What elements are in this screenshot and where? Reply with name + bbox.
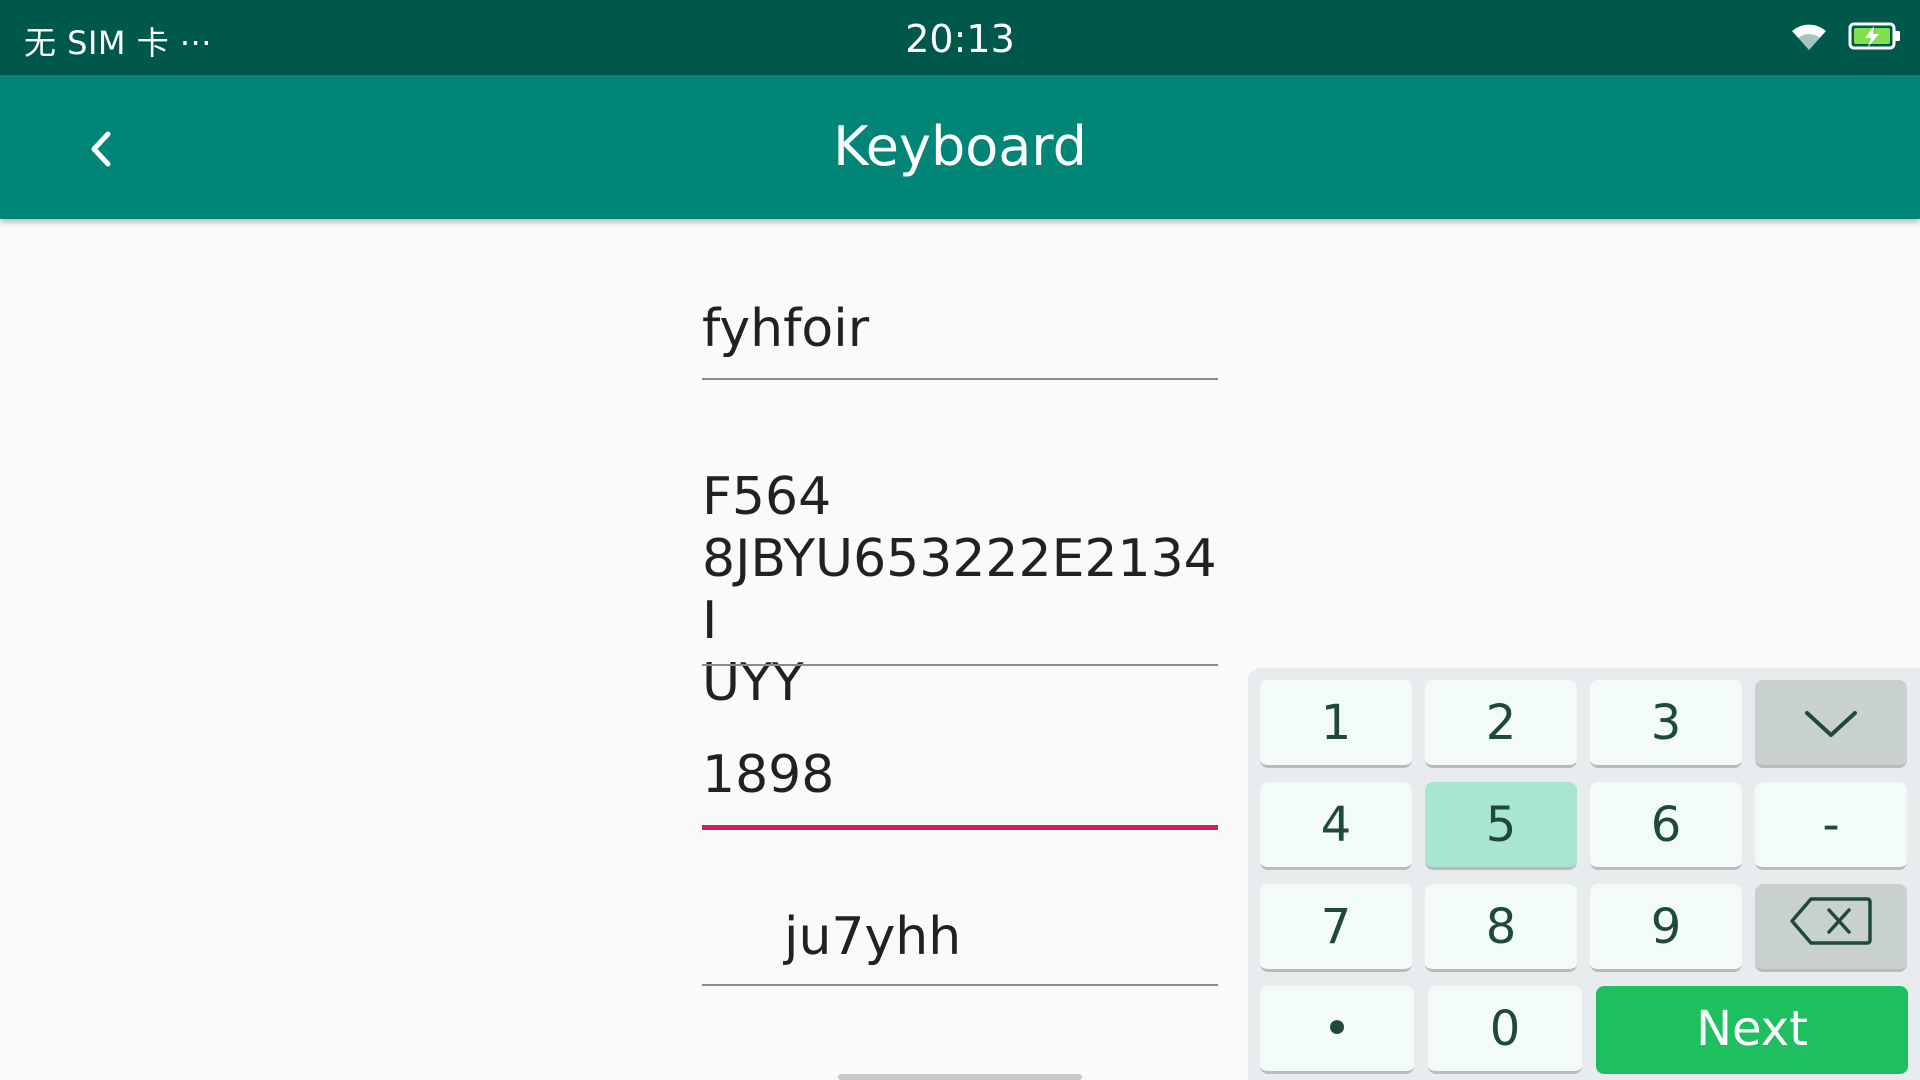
text-field-2[interactable]: F564 8JBYU653222E2134I UYY [702,466,1218,713]
status-bar: 无 SIM 卡 ··· 20:13 [0,0,1920,75]
field-underline [702,378,1218,380]
text-field-3-value: 1898 [702,745,835,805]
backspace-key[interactable] [1755,884,1907,972]
key-7[interactable]: 7 [1260,884,1412,972]
battery-charging-icon [1848,21,1902,55]
field-underline [702,664,1218,666]
text-field-4[interactable]: ju7yhh [702,906,1218,986]
key-4[interactable]: 4 [1260,782,1412,870]
page-title: Keyboard [833,115,1087,178]
backspace-icon [1789,895,1873,959]
text-field-4-value: ju7yhh [784,907,962,967]
key-8[interactable]: 8 [1425,884,1577,972]
text-field-1-value: fyhfoir [702,299,870,359]
wifi-icon [1788,20,1830,56]
status-icons [1788,20,1902,56]
next-button[interactable]: Next [1596,986,1908,1074]
key-5[interactable]: 5 [1425,782,1577,870]
chevron-down-icon [1803,695,1859,751]
status-time: 20:13 [905,17,1015,61]
numeric-keyboard: 1 2 3 4 5 6 - 7 8 9 • 0 Next [1248,668,1920,1080]
app-bar: Keyboard [0,75,1920,219]
text-field-2-value: F564 8JBYU653222E2134I UYY [702,467,1217,713]
key-2[interactable]: 2 [1425,680,1577,768]
key-1[interactable]: 1 [1260,680,1412,768]
key-dot[interactable]: • [1260,986,1414,1074]
field-underline-focused [702,825,1218,830]
text-field-3[interactable]: 1898 [702,744,1218,830]
home-indicator[interactable] [838,1074,1082,1080]
field-underline [702,984,1218,986]
hide-keyboard-key[interactable] [1755,680,1907,768]
key-9[interactable]: 9 [1590,884,1742,972]
key-3[interactable]: 3 [1590,680,1742,768]
key-0[interactable]: 0 [1428,986,1582,1074]
text-field-1[interactable]: fyhfoir [702,298,1218,380]
key-minus[interactable]: - [1755,782,1907,870]
key-6[interactable]: 6 [1590,782,1742,870]
